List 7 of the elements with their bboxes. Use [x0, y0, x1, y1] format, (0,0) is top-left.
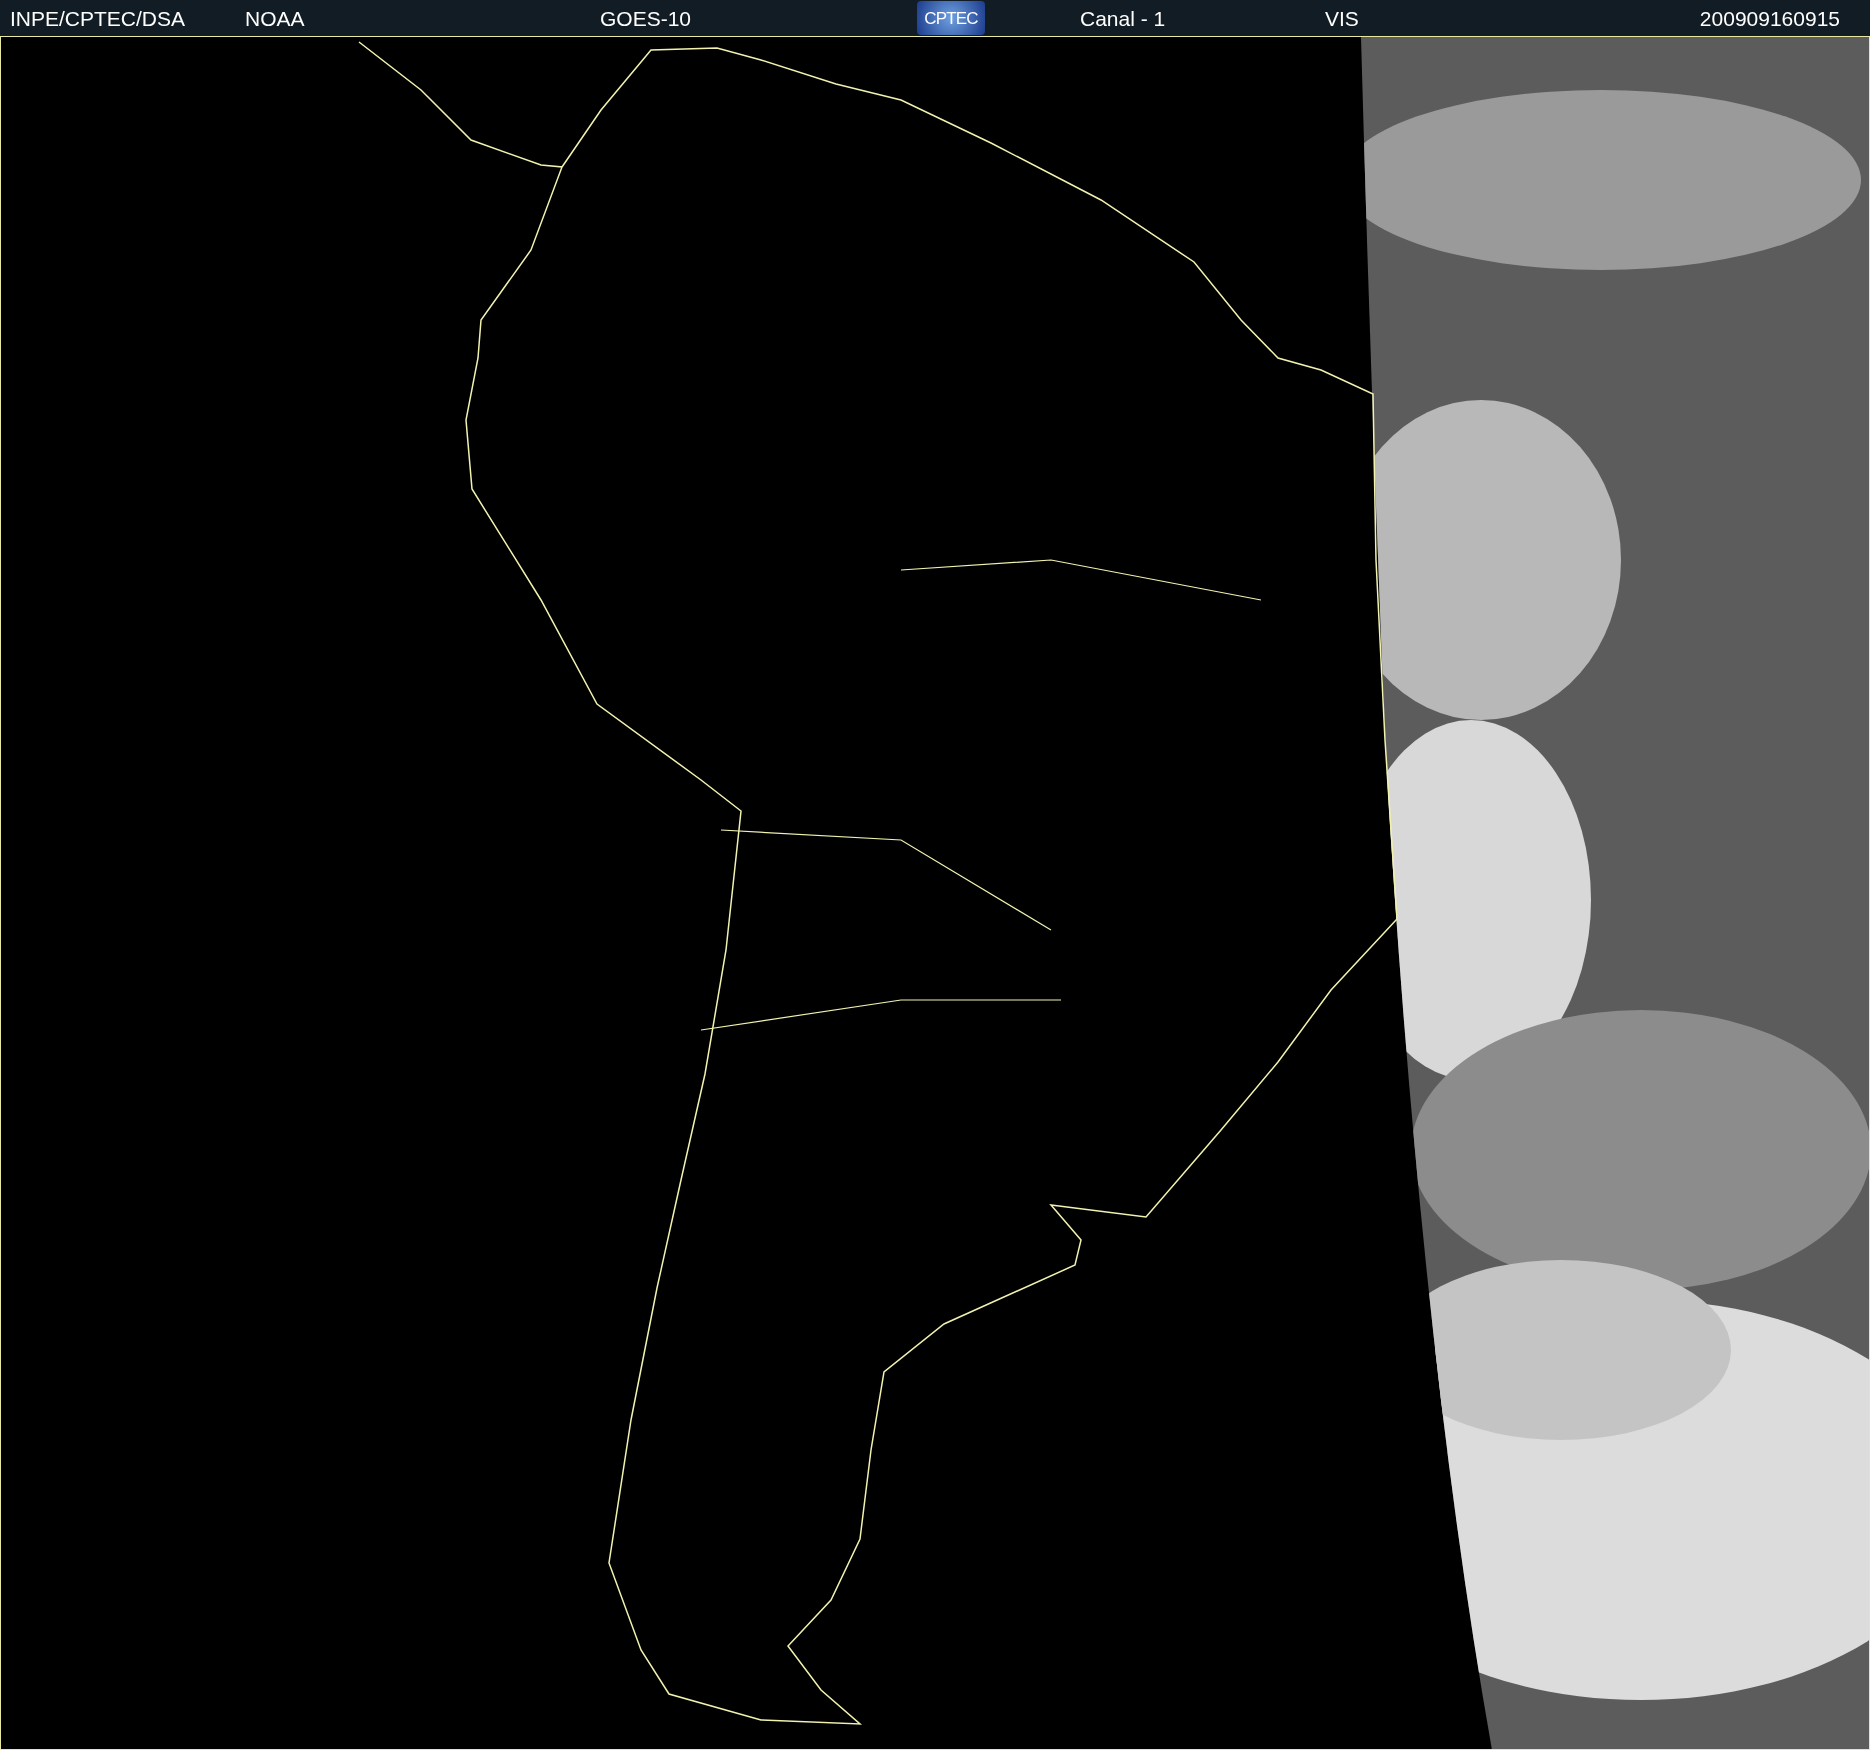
- agency-label: NOAA: [245, 6, 305, 30]
- band-label: VIS: [1325, 6, 1359, 30]
- timestamp-label: 200909160915: [1699, 6, 1840, 30]
- source-label: INPE/CPTEC/DSA: [10, 6, 186, 30]
- logo: CPTEC: [917, 1, 985, 35]
- satellite-label: GOES-10: [600, 6, 692, 30]
- channel-label: Canal - 1: [1080, 6, 1166, 30]
